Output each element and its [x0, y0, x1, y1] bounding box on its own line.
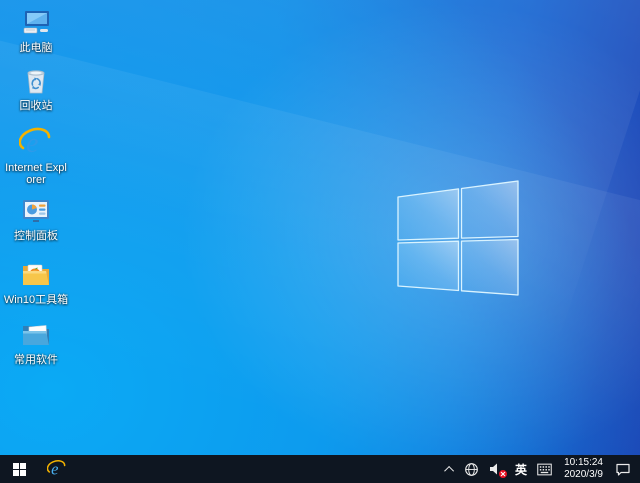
light-beam [0, 33, 640, 455]
speaker-muted-icon [489, 462, 505, 476]
desktop-icon-internet-explorer[interactable]: e Internet Explorer [2, 126, 70, 186]
desktop-icon-control-panel[interactable]: 控制面板 [2, 194, 70, 242]
desktop-icon-label: 控制面板 [14, 230, 58, 242]
network-button[interactable] [459, 455, 484, 483]
desktop-icon-label: 回收站 [20, 100, 53, 112]
taskbar: e [0, 455, 640, 483]
action-center-button[interactable] [610, 455, 636, 483]
desktop-icon-this-pc[interactable]: 此电脑 [2, 6, 70, 54]
start-button[interactable] [0, 455, 38, 483]
desktop-icon-label: Internet Explorer [3, 162, 69, 186]
this-pc-icon [19, 6, 53, 40]
folder-blue-icon [19, 318, 53, 352]
touch-keyboard-button[interactable] [532, 455, 557, 483]
globe-network-icon [464, 462, 479, 477]
hidden-icons-button[interactable] [442, 455, 459, 483]
volume-button[interactable] [484, 455, 510, 483]
ime-language-button[interactable]: 英 [510, 455, 532, 483]
folder-orange-icon [19, 258, 53, 292]
taskbar-empty-area[interactable] [76, 455, 442, 483]
desktop-icon-win10-toolbox[interactable]: Win10工具箱 [2, 258, 70, 306]
control-panel-icon [19, 194, 53, 228]
desktop-icon-label: 常用软件 [14, 354, 58, 366]
internet-explorer-icon: e [19, 126, 53, 160]
desktop-icon-label: 此电脑 [20, 42, 53, 54]
desktop-icon-common-software[interactable]: 常用软件 [2, 318, 70, 366]
clock-date: 2020/3/9 [564, 469, 603, 481]
desktop-icon-label: Win10工具箱 [4, 294, 68, 306]
system-tray: 英 10:15:24 2020/3/9 [442, 455, 640, 483]
internet-explorer-icon: e [47, 459, 67, 479]
taskbar-internet-explorer-button[interactable]: e [38, 455, 76, 483]
ime-language-label: 英 [515, 461, 527, 478]
windows-start-icon [13, 463, 26, 476]
action-center-icon [615, 462, 631, 477]
chevron-up-icon [444, 465, 454, 475]
taskbar-clock[interactable]: 10:15:24 2020/3/9 [557, 455, 610, 483]
desktop-icon-recycle-bin[interactable]: 回收站 [2, 64, 70, 112]
clock-time: 10:15:24 [564, 457, 603, 469]
mute-badge [499, 470, 507, 478]
light-beam [0, 0, 640, 347]
recycle-bin-icon [19, 64, 53, 98]
desktop-wallpaper[interactable]: 此电脑 [0, 0, 640, 455]
touch-keyboard-icon [537, 463, 552, 476]
windows-logo [392, 176, 524, 300]
windows-desktop: 此电脑 [0, 0, 640, 483]
